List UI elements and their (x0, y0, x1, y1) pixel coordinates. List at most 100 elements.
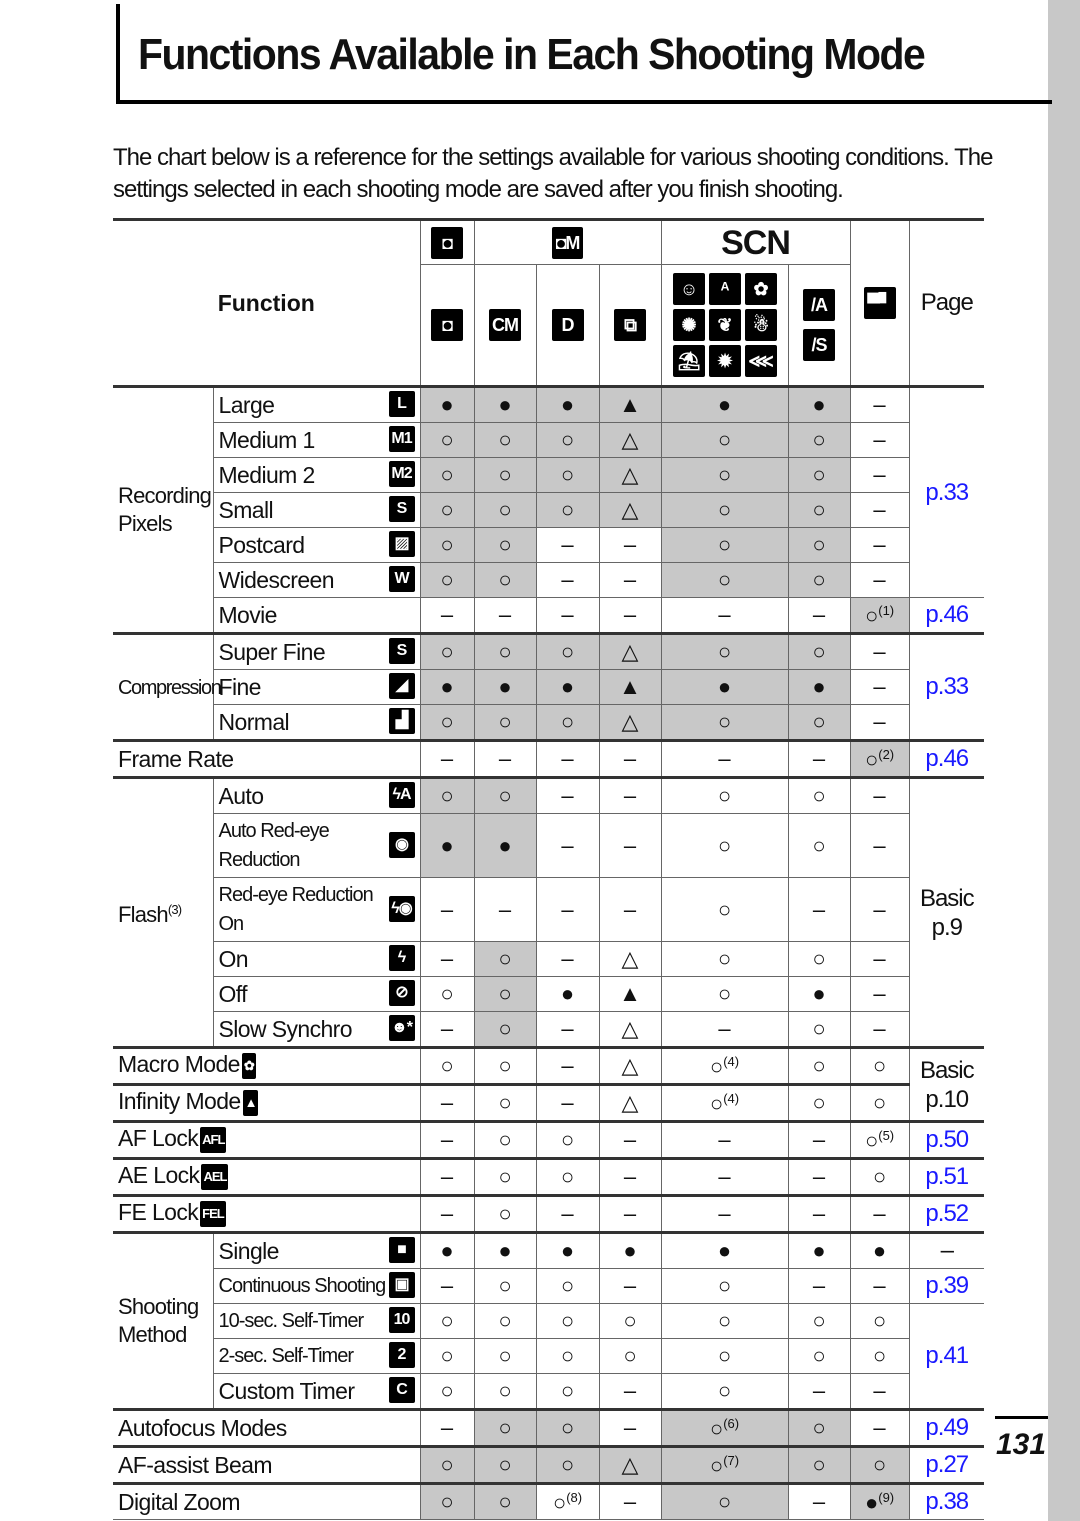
availability-cell: ● (660, 385, 789, 423)
page-link[interactable]: p.50 (908, 1120, 985, 1159)
page-link[interactable]: p.33 (908, 632, 985, 741)
availability-cell: – (849, 562, 910, 598)
availability-symbol: ○ (498, 497, 512, 522)
availability-symbol: ○ (440, 639, 454, 664)
function-label: AF Lock AFL (113, 1120, 421, 1159)
page-link[interactable]: p.39 (908, 1268, 985, 1304)
availability-symbol: ○ (498, 946, 512, 971)
availability-symbol: ○ (560, 1273, 575, 1298)
availability-symbol: ○ (717, 1273, 732, 1298)
availability-symbol: ○ (717, 946, 732, 971)
availability-symbol: – (498, 746, 512, 771)
function-label-text: Autofocus Modes (118, 1414, 287, 1441)
availability-cell: – (419, 1157, 475, 1196)
page-link[interactable]: p.38 (908, 1482, 985, 1520)
availability-symbol: ○ (717, 567, 732, 592)
indoor-icon: ✿ (744, 273, 777, 305)
page-link[interactable]: p.33 (908, 385, 985, 598)
availability-symbol: ○ (812, 946, 826, 971)
table-row: Autofocus Modes – ○ ○ – ○(6) ○ – p.49 (113, 1408, 985, 1447)
availability-symbol: ● (440, 1238, 454, 1263)
availability-symbol: ○ (864, 1127, 879, 1153)
availability-cell: ● (419, 1231, 475, 1269)
availability-cell: ○ (660, 1373, 789, 1410)
page-link[interactable]: p.46 (908, 597, 985, 634)
availability-symbol: ● (812, 1238, 826, 1263)
availability-cell: – (787, 1268, 851, 1304)
availability-symbol: ○ (709, 1452, 724, 1478)
availability-symbol: △ (621, 639, 639, 664)
table-row: 2-sec. Self-Timer 2 ○ ○ ○ ○ ○ ○ ○ (113, 1338, 984, 1374)
stitch-assist-icon: ⧉ (614, 309, 646, 341)
availability-cell: ○ (787, 422, 851, 458)
color-icon-stack: /A/S (789, 289, 850, 361)
availability-symbol: ○ (498, 1415, 512, 1440)
table-row: Flash(3) Auto ϟA ○ ○ – – ○ ○ – Basic p.9 (113, 776, 985, 1048)
availability-cell: ○ (787, 704, 851, 741)
availability-symbol: ○ (498, 1343, 512, 1368)
availability-symbol: ○ (498, 427, 512, 452)
function-item: Custom Timer C (212, 1373, 421, 1410)
availability-cell: – (849, 1268, 910, 1304)
availability-symbol: ○ (812, 1415, 826, 1440)
availability-cell: ○ (787, 1303, 851, 1339)
function-item: Medium 2 M2 (212, 457, 421, 493)
availability-cell: ○ (787, 632, 851, 670)
function-item: Continuous Shooting ▣ (212, 1268, 421, 1304)
availability-symbol: ○ (440, 709, 454, 734)
availability-cell: ○ (419, 1445, 475, 1484)
availability-symbol: ○ (709, 1053, 724, 1079)
availability-cell: ○ (660, 527, 789, 563)
availability-cell: ○ (419, 776, 475, 814)
availability-symbol: – (812, 1164, 826, 1189)
page-link[interactable]: p.27 (908, 1445, 985, 1484)
medium1-icon: M1 (388, 426, 415, 452)
page-reference-part: p.9 (931, 913, 963, 941)
availability-cell: – (535, 597, 600, 634)
page-link[interactable]: p.49 (908, 1408, 985, 1447)
kids-pets-icon: ᴬ (708, 273, 741, 305)
availability-symbol: ○ (560, 1308, 575, 1333)
availability-symbol: △ (621, 1452, 639, 1477)
availability-symbol: ● (498, 392, 512, 417)
table-row: FE Lock FEL – ○ – – – – – p.52 (113, 1194, 985, 1233)
page-link[interactable]: p.41 (908, 1303, 985, 1410)
availability-symbol: ● (812, 981, 826, 1006)
availability-cell: ○ (598, 1338, 662, 1374)
digital-macro-icon: D (551, 309, 584, 341)
availability-cell: ○ (787, 1011, 851, 1048)
availability-symbol: ○ (498, 981, 512, 1006)
manual-group-header: ◘M (473, 218, 662, 265)
availability-cell: ○ (419, 527, 475, 563)
availability-cell: △ (598, 704, 662, 741)
availability-symbol: – (623, 1489, 637, 1514)
table-row: Widescreen W ○ ○ – – ○ ○ – (113, 562, 984, 598)
availability-symbol: ○ (717, 1343, 732, 1368)
page-link[interactable]: p.46 (908, 739, 985, 778)
availability-symbol: – (873, 1273, 886, 1298)
availability-cell: ○(4) (660, 1083, 789, 1122)
table-row: Medium 1 M1 ○ ○ ○ △ ○ ○ – (113, 422, 984, 458)
availability-cell: – (419, 1011, 475, 1048)
availability-cell: – (849, 1194, 910, 1233)
availability-symbol: – (873, 532, 886, 557)
availability-symbol: △ (621, 497, 639, 522)
availability-symbol: ○ (709, 1415, 724, 1441)
availability-cell: ● (473, 813, 537, 878)
page-link[interactable]: p.52 (908, 1194, 985, 1233)
page-link[interactable]: p.51 (908, 1157, 985, 1196)
availability-symbol: – (498, 602, 512, 627)
availability-symbol: – (718, 1016, 731, 1041)
availability-symbol: ○ (717, 1378, 732, 1403)
footnote-ref: (2) (878, 746, 895, 762)
availability-symbol: ● (498, 1238, 512, 1263)
availability-symbol: ● (560, 392, 575, 417)
availability-cell: ○ (535, 492, 600, 528)
availability-symbol: – (812, 1201, 826, 1226)
large-icon: L (388, 391, 415, 417)
availability-symbol: ○ (872, 1090, 887, 1115)
availability-symbol: ○ (812, 832, 826, 858)
availability-cell: – (535, 877, 600, 942)
availability-cell: ○ (849, 1445, 910, 1484)
availability-cell: ○ (787, 1408, 851, 1447)
